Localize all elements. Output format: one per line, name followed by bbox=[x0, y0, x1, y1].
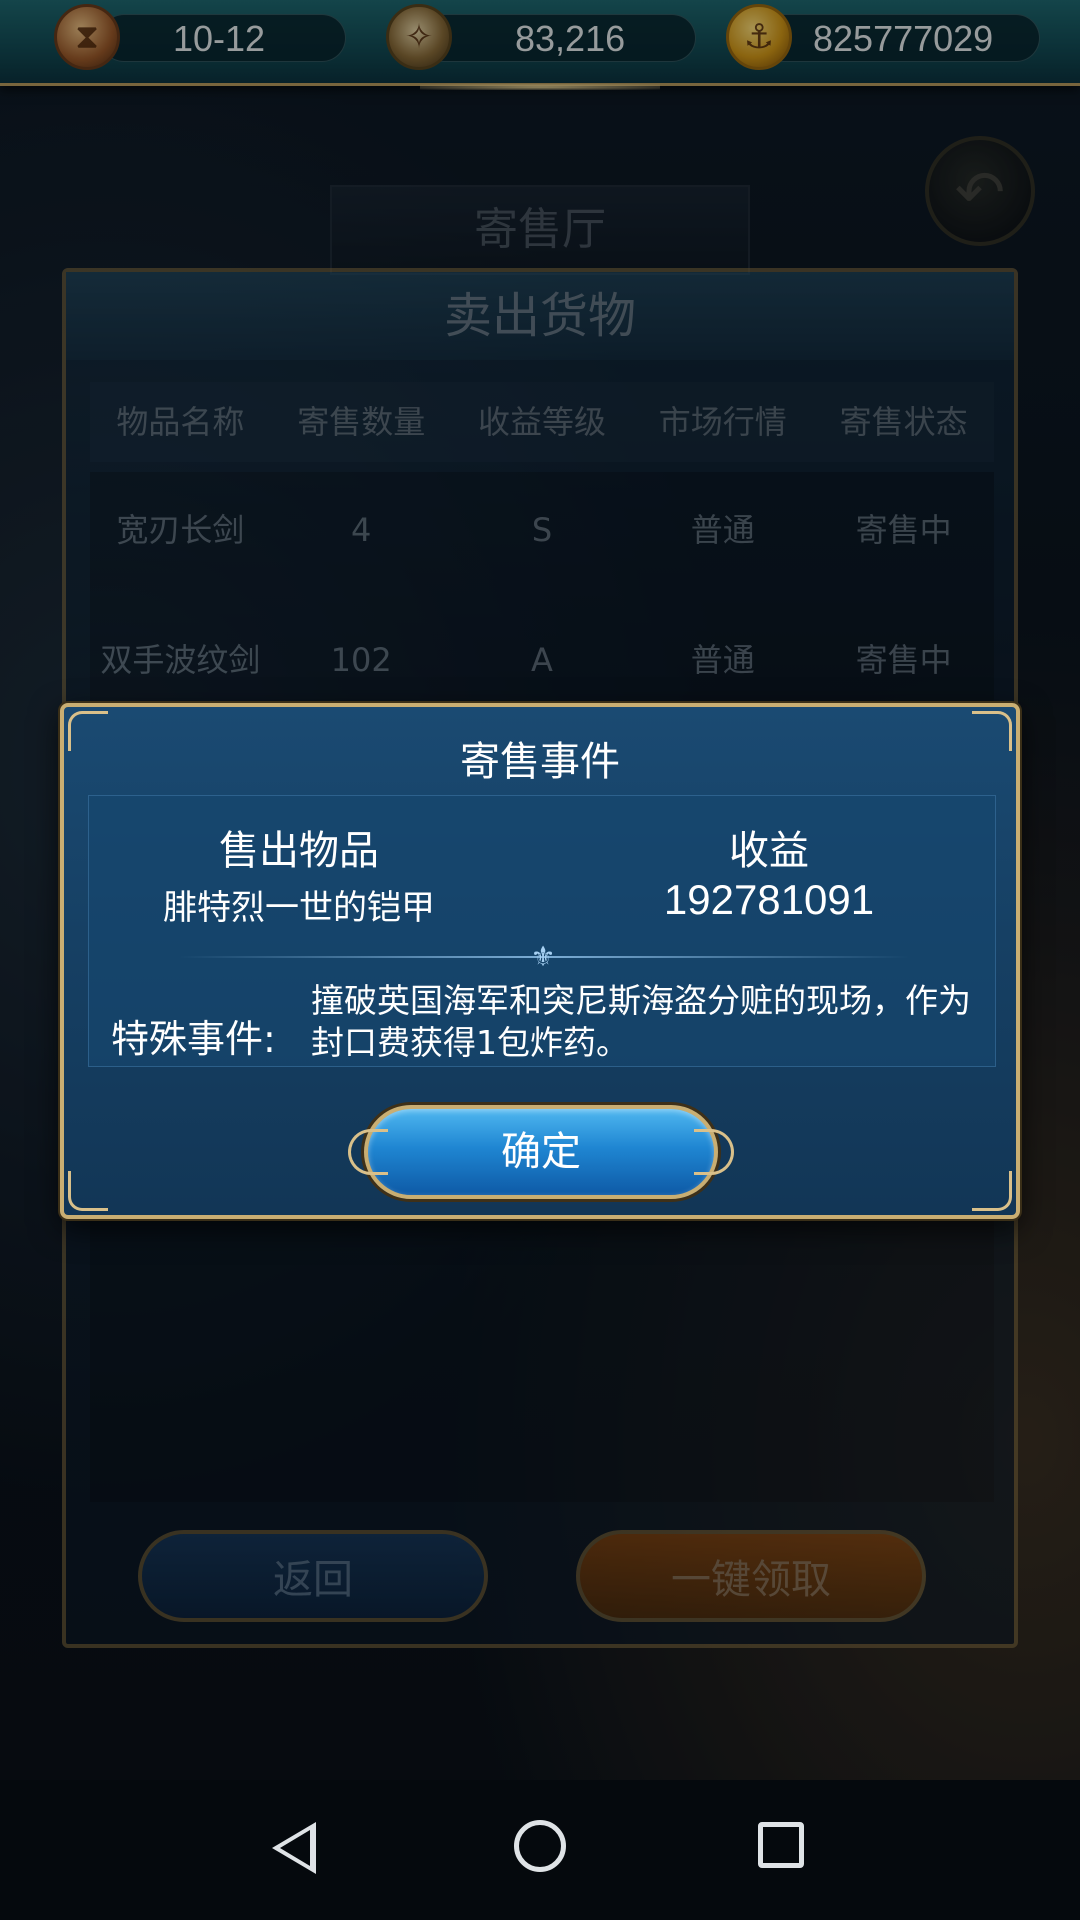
dialog-title: 寄售事件 bbox=[460, 739, 620, 785]
revenue-value: 192781091 bbox=[663, 876, 875, 923]
sold-item-value: 腓特烈一世的铠甲 bbox=[163, 888, 435, 928]
consignment-event-dialog: 寄售事件 售出物品 腓特烈一世的铠甲 收益 192781091 ⚜ 特殊事件: … bbox=[60, 703, 1020, 1219]
confirm-label: 确定 bbox=[501, 1129, 581, 1175]
special-event-text: 撞破英国海军和突尼斯海盗分赃的现场，作为封口费获得1包炸药。 bbox=[311, 981, 971, 1062]
special-event-label: 特殊事件: bbox=[111, 1017, 276, 1061]
nav-back-icon[interactable] bbox=[272, 1822, 316, 1874]
frame-corner bbox=[68, 1171, 108, 1211]
system-nav-bar bbox=[0, 1780, 1080, 1920]
confirm-button[interactable]: 确定 bbox=[348, 1105, 734, 1199]
nav-home-icon[interactable] bbox=[514, 1820, 566, 1872]
frame-corner bbox=[972, 1171, 1012, 1211]
button-ornament bbox=[348, 1129, 388, 1175]
sold-item-label: 售出物品 bbox=[219, 828, 379, 874]
ornament-icon: ⚜ bbox=[530, 940, 556, 973]
event-details: 售出物品 腓特烈一世的铠甲 收益 192781091 ⚜ 特殊事件: 撞破英国海… bbox=[88, 795, 996, 1067]
button-ornament bbox=[694, 1129, 734, 1175]
nav-recents-icon[interactable] bbox=[758, 1822, 804, 1868]
revenue-label: 收益 bbox=[729, 828, 809, 874]
